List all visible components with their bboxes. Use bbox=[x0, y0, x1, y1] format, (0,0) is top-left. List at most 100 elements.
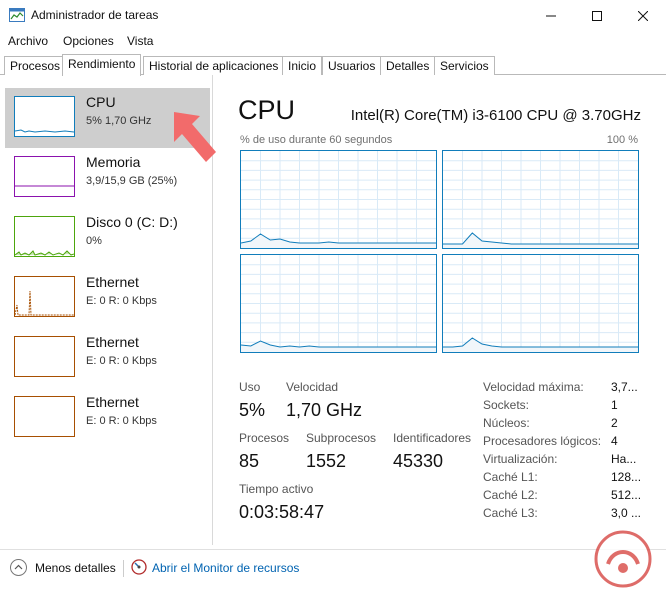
graph-caption: % de uso durante 60 segundos bbox=[240, 134, 393, 146]
identificadores-value: 45330 bbox=[393, 451, 444, 471]
tiempo-activo-value: 0:03:58:47 bbox=[239, 502, 325, 522]
spec-label: Procesadores lógicos: bbox=[483, 434, 602, 448]
sidebar-item-label: Ethernet bbox=[86, 334, 139, 350]
tab-strip: Procesos Rendimiento Historial de aplica… bbox=[0, 54, 666, 76]
sidebar-item-label: Ethernet bbox=[86, 394, 139, 410]
tab-rendimiento[interactable]: Rendimiento bbox=[62, 54, 142, 76]
resource-monitor-icon bbox=[131, 559, 147, 575]
spec-row: Núcleos: 2 bbox=[483, 416, 663, 433]
spec-label: Caché L2: bbox=[483, 488, 538, 502]
sidebar-item-ethernet-1[interactable]: Ethernet E: 0 R: 0 Kbps bbox=[5, 268, 210, 328]
spec-label: Caché L3: bbox=[483, 506, 538, 520]
cpu-core-graph-3 bbox=[240, 254, 437, 353]
sidebar-item-sub: 5% 1,70 GHz bbox=[86, 115, 152, 127]
spec-value: 1 bbox=[611, 398, 618, 412]
spec-label: Velocidad máxima: bbox=[483, 380, 584, 394]
cpu-core-graph-lines bbox=[443, 255, 638, 352]
graph-max-label: 100 % bbox=[606, 134, 638, 146]
tab-inicio[interactable]: Inicio bbox=[282, 56, 323, 75]
sidebar-item-sub: 3,9/15,9 GB (25%) bbox=[86, 175, 178, 187]
minimize-icon bbox=[546, 15, 556, 16]
open-resource-monitor-link[interactable]: Abrir el Monitor de recursos bbox=[152, 561, 299, 575]
sidebar-item-disco[interactable]: Disco 0 (C: D:) 0% bbox=[5, 208, 210, 268]
spec-row: Caché L2: 512... bbox=[483, 488, 663, 505]
sidebar-item-label: Ethernet bbox=[86, 274, 139, 290]
sidebar-item-label: CPU bbox=[86, 94, 116, 110]
close-button[interactable] bbox=[620, 0, 666, 31]
sidebar-item-sub: E: 0 R: 0 Kbps bbox=[86, 355, 157, 367]
cpu-core-graph-2 bbox=[442, 150, 639, 249]
performance-panel: CPU 5% 1,70 GHz Memoria 3,9/15,9 GB (25%… bbox=[0, 75, 666, 545]
spec-label: Caché L1: bbox=[483, 470, 538, 484]
spec-row: Sockets: 1 bbox=[483, 398, 663, 415]
procesos-value: 85 bbox=[239, 451, 260, 471]
close-icon bbox=[638, 10, 648, 21]
ethernet-thumbnail bbox=[14, 336, 75, 377]
spec-row: Caché L3: 3,0 ... bbox=[483, 506, 663, 523]
sidebar-item-label: Memoria bbox=[86, 154, 141, 170]
spec-label: Núcleos: bbox=[483, 416, 530, 430]
cpu-core-graph-lines bbox=[241, 255, 436, 352]
spec-value: 4 bbox=[611, 434, 618, 448]
minimize-button[interactable] bbox=[528, 0, 574, 31]
sidebar-item-ethernet-3[interactable]: Ethernet E: 0 R: 0 Kbps bbox=[5, 388, 210, 448]
window-title: Administrador de tareas bbox=[31, 8, 159, 22]
spec-row: Caché L1: 128... bbox=[483, 470, 663, 487]
ethernet-thumbnail bbox=[14, 396, 75, 437]
cpu-core-graph-lines bbox=[443, 151, 638, 248]
maximize-button[interactable] bbox=[574, 0, 620, 31]
task-manager-icon bbox=[9, 8, 25, 22]
tab-detalles[interactable]: Detalles bbox=[380, 56, 436, 75]
menu-bar: Archivo Opciones Vista bbox=[0, 31, 666, 51]
procesos-label: Procesos bbox=[239, 431, 290, 445]
velocidad-label: Velocidad bbox=[286, 380, 339, 394]
sidebar-item-sub: E: 0 R: 0 Kbps bbox=[86, 415, 157, 427]
tab-servicios[interactable]: Servicios bbox=[434, 56, 495, 75]
uso-label: Uso bbox=[239, 380, 261, 394]
spec-row: Procesadores lógicos: 4 bbox=[483, 434, 663, 451]
annotation-arrow-icon bbox=[174, 112, 216, 162]
menu-vista[interactable]: Vista bbox=[127, 34, 153, 48]
cpu-thumbnail bbox=[14, 96, 75, 137]
tab-historial[interactable]: Historial de aplicaciones bbox=[143, 56, 285, 75]
spec-label: Virtualización: bbox=[483, 452, 558, 466]
cpu-core-graph-4 bbox=[442, 254, 639, 353]
tab-procesos[interactable]: Procesos bbox=[4, 56, 67, 75]
page-title: CPU bbox=[238, 95, 296, 125]
velocidad-value: 1,70 GHz bbox=[286, 400, 363, 420]
spec-value: 128... bbox=[611, 470, 642, 484]
sidebar-item-sub: 0% bbox=[86, 235, 102, 247]
footer-divider bbox=[123, 560, 124, 577]
identificadores-label: Identificadores bbox=[393, 431, 472, 445]
cpu-model: Intel(R) Core(TM) i3-6100 CPU @ 3.70GHz bbox=[350, 107, 641, 124]
spec-value: 3,0 ... bbox=[611, 506, 642, 520]
disk-thumbnail bbox=[14, 216, 75, 257]
sidebar-item-label: Disco 0 (C: D:) bbox=[86, 214, 178, 230]
spec-label: Sockets: bbox=[483, 398, 530, 412]
spec-row: Velocidad máxima: 3,7... bbox=[483, 380, 663, 397]
less-details-button[interactable]: Menos detalles bbox=[35, 561, 116, 575]
collapse-button[interactable] bbox=[10, 559, 27, 576]
cpu-detail-panel: CPU Intel(R) Core(TM) i3-6100 CPU @ 3.70… bbox=[222, 75, 666, 545]
menu-archivo[interactable]: Archivo bbox=[8, 34, 48, 48]
spec-value: 3,7... bbox=[611, 380, 638, 394]
cpu-core-graph-lines bbox=[241, 151, 436, 248]
sidebar-item-sub: E: 0 R: 0 Kbps bbox=[86, 295, 157, 307]
subprocesos-label: Subprocesos bbox=[306, 431, 377, 445]
spec-value: 2 bbox=[611, 416, 618, 430]
chevron-up-icon bbox=[14, 564, 23, 570]
cpu-core-graph-1 bbox=[240, 150, 437, 249]
spec-value: 512... bbox=[611, 488, 642, 502]
watermark-logo-icon bbox=[594, 530, 652, 588]
title-bar: Administrador de tareas bbox=[0, 0, 666, 31]
uso-value: 5% bbox=[239, 400, 266, 420]
memory-thumbnail bbox=[14, 156, 75, 197]
ethernet-thumbnail bbox=[14, 276, 75, 317]
spec-row: Virtualización: Ha... bbox=[483, 452, 663, 469]
footer-bar: Menos detalles Abrir el Monitor de recur… bbox=[0, 549, 666, 593]
sidebar-item-ethernet-2[interactable]: Ethernet E: 0 R: 0 Kbps bbox=[5, 328, 210, 388]
maximize-icon bbox=[592, 10, 602, 21]
subprocesos-value: 1552 bbox=[306, 451, 347, 471]
menu-opciones[interactable]: Opciones bbox=[63, 34, 114, 48]
tab-usuarios[interactable]: Usuarios bbox=[322, 56, 382, 75]
